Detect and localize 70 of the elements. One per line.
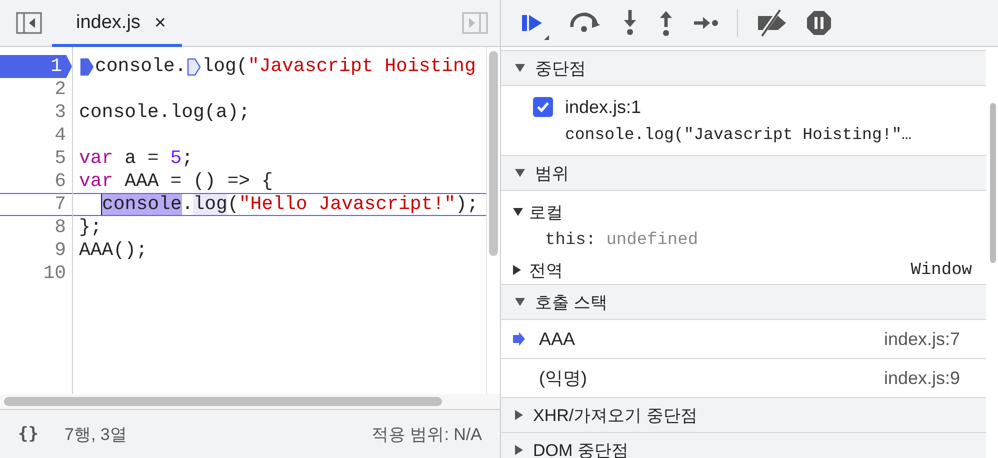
step-icon[interactable] <box>693 15 719 31</box>
section-header[interactable]: DOM 중단점 <box>501 432 986 458</box>
code-token: . <box>182 194 194 215</box>
collapsed-triangle-icon[interactable] <box>513 265 521 275</box>
pause-on-exceptions-icon[interactable] <box>806 10 832 36</box>
line-number: 2 <box>54 78 67 101</box>
line-number: 6 <box>54 170 67 193</box>
scope-name: 로컬 <box>529 202 563 224</box>
scrollbar-thumb[interactable] <box>489 51 498 256</box>
close-icon[interactable]: × <box>154 12 166 34</box>
breakpoint-file: index.js:1 <box>565 96 642 118</box>
frame-location: index.js:7 <box>884 328 960 350</box>
sidebar-toggle-icon[interactable] <box>16 11 42 35</box>
collapsed-triangle-icon <box>515 445 523 455</box>
step-out-icon[interactable] <box>657 9 675 37</box>
code-token: console.log(a); <box>79 101 250 124</box>
section-header[interactable]: 중단점 <box>501 50 986 86</box>
code-token: "Hello Javascript!" <box>238 194 456 215</box>
line-number: 4 <box>54 124 67 147</box>
expanded-triangle-icon <box>515 169 525 177</box>
frame-name: (익명) <box>539 367 587 390</box>
code-token: }; <box>79 216 102 239</box>
section-header[interactable]: XHR/가져오기 중단점 <box>501 397 986 433</box>
deactivate-breakpoints-icon[interactable] <box>756 8 788 38</box>
expanded-triangle-icon <box>515 298 525 306</box>
coverage-label: 적용 범위: N/A <box>371 424 482 446</box>
code-token: AAA(); <box>79 239 148 262</box>
breakpoint-code: console.log("Javascript Hoisting!"… <box>564 124 913 146</box>
breakpoint-line-number[interactable]: 1 <box>0 55 72 78</box>
scope-name: 전역 <box>529 260 563 282</box>
code-token: AAA = () => { <box>124 170 273 193</box>
code-token: var <box>79 147 114 170</box>
code-token: console. <box>95 55 186 78</box>
variable-name: this: <box>545 231 596 250</box>
cursor-position: 7행, 3열 <box>64 424 127 446</box>
tab-label: index.js <box>76 12 140 34</box>
code-token: console <box>102 194 182 215</box>
breakpoint-marker-icon[interactable] <box>80 58 94 76</box>
expanded-triangle-icon[interactable] <box>513 208 523 216</box>
line-number: 9 <box>54 239 67 262</box>
format-button[interactable]: {} <box>18 424 38 444</box>
expanded-triangle-icon <box>515 64 525 72</box>
code-token: a = <box>124 147 160 170</box>
code-token: 5 <box>170 147 182 170</box>
variable-value: undefined <box>606 231 698 250</box>
code-token: ( <box>227 194 239 215</box>
frame-name: AAA <box>539 328 576 350</box>
section-header[interactable]: 호출 스택 <box>501 284 986 320</box>
breakpoint-marker-icon[interactable] <box>187 58 202 76</box>
collapsed-triangle-icon <box>515 410 523 420</box>
checkbox[interactable] <box>533 97 553 117</box>
code-token: ); <box>456 194 478 215</box>
line-number: 8 <box>54 216 67 239</box>
code-token: var <box>79 170 114 193</box>
code-token: log <box>193 194 228 215</box>
step-into-icon[interactable] <box>621 9 639 37</box>
call-frame[interactable]: AAA index.js:7 <box>501 320 986 359</box>
line-number: 10 <box>42 262 67 285</box>
code-token: "Javascript Hoisting <box>248 55 476 78</box>
code-token: ; <box>182 147 194 170</box>
line-number: 5 <box>54 147 67 170</box>
scrollbar-thumb[interactable] <box>990 103 996 263</box>
section-header[interactable]: 범위 <box>501 155 986 191</box>
line-number: 3 <box>54 101 67 124</box>
code-token: log( <box>202 55 248 78</box>
frame-location: index.js:9 <box>884 368 960 388</box>
scope-value: Window <box>910 260 972 280</box>
scrollbar-thumb[interactable] <box>4 397 442 406</box>
line-number: 7 <box>54 194 67 215</box>
debugger-toggle-icon[interactable] <box>462 11 488 35</box>
